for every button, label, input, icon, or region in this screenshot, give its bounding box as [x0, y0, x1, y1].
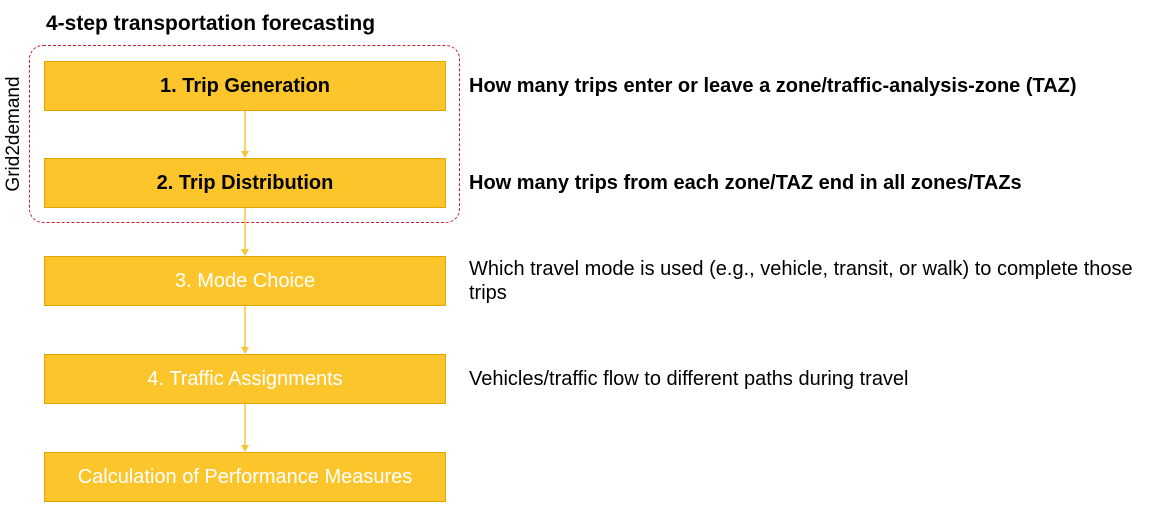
step-label: 2. Trip Distribution [156, 171, 334, 194]
arrow-head [241, 347, 249, 354]
step-label: Calculation of Performance Measures [77, 465, 413, 488]
step-box-performance-measures: Calculation of Performance Measures [44, 452, 446, 502]
step-box-mode-choice: 3. Mode Choice [44, 256, 446, 306]
step-label: 3. Mode Choice [174, 269, 316, 292]
description-mode-choice: Which travel mode is used (e.g., vehicle… [469, 258, 1133, 304]
step-box-traffic-assignments: 4. Traffic Assignments [44, 354, 446, 404]
arrow-head [241, 249, 249, 256]
description-traffic-assignments: Vehicles/traffic flow to different paths… [469, 368, 909, 390]
step-label: 4. Traffic Assignments [147, 367, 343, 390]
step-box-trip-distribution: 2. Trip Distribution [44, 158, 446, 208]
step-label: 1. Trip Generation [159, 74, 331, 97]
description-trip-distribution: How many trips from each zone/TAZ end in… [469, 172, 1022, 194]
arrow-head [241, 445, 249, 452]
arrow-head [241, 151, 249, 158]
step-box-trip-generation: 1. Trip Generation [44, 61, 446, 111]
description-trip-generation: How many trips enter or leave a zone/tra… [469, 75, 1077, 97]
